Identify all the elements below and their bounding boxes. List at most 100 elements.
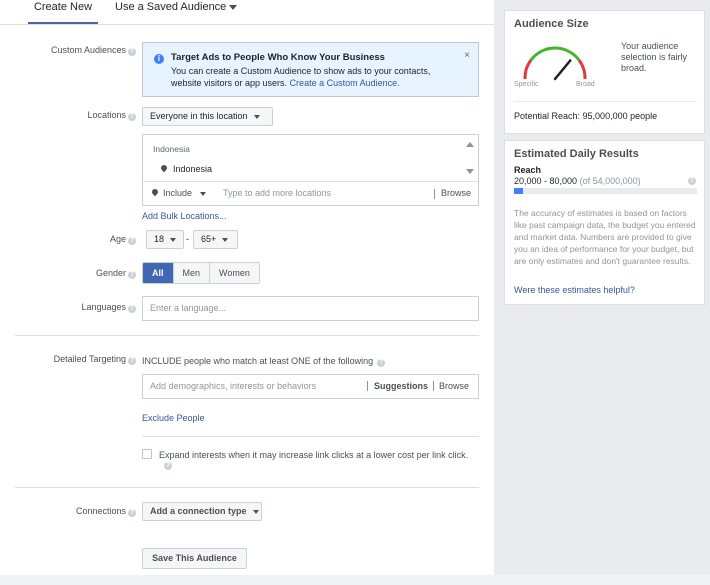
help-icon[interactable]: ? [688, 177, 696, 185]
age-max-value: 65+ [201, 234, 217, 244]
daily-results-card: Estimated Daily Results Reach 20,000 - 8… [504, 140, 705, 305]
age-min-value: 18 [154, 234, 165, 244]
location-type-dropdown[interactable]: Everyone in this location [142, 107, 273, 126]
reach-bar [514, 188, 697, 194]
gauge-segment-defined [529, 46, 581, 61]
divider [434, 189, 435, 199]
help-icon[interactable]: ? [128, 113, 136, 121]
audience-size-description: Your audience selection is fairly broad. [621, 41, 688, 73]
location-input-row: Include Type to add more locations Brows… [143, 181, 478, 205]
gender-label-text: Gender [95, 268, 126, 278]
include-label: Include [163, 188, 193, 198]
connection-type-value: Add a connection type [150, 506, 247, 516]
location-type-value: Everyone in this location [150, 111, 248, 121]
help-icon[interactable]: ? [128, 305, 136, 313]
tab-saved-audience[interactable]: Use a Saved Audience [115, 0, 238, 24]
help-icon[interactable]: ? [164, 462, 172, 470]
location-search-input[interactable]: Type to add more locations [223, 188, 331, 198]
gauge-needle [553, 59, 572, 81]
custom-audiences-label: Custom Audiences? [0, 45, 136, 56]
exclude-people-link[interactable]: Exclude People [142, 413, 205, 423]
help-icon[interactable]: ? [128, 271, 136, 279]
languages-input[interactable]: Enter a language... [142, 296, 479, 321]
chevron-down-icon [200, 191, 207, 196]
gender-selector: All Men Women [142, 262, 260, 284]
locations-label: Locations? [0, 110, 136, 121]
scroll-down-icon[interactable] [466, 169, 474, 174]
reach-range: 20,000 - 80,000 [514, 176, 578, 186]
custom-audiences-label-text: Custom Audiences [50, 45, 126, 55]
card-divider [514, 101, 697, 102]
languages-label: Languages? [0, 302, 136, 313]
locations-label-text: Locations [87, 110, 126, 120]
divider [367, 381, 368, 391]
reach-label: Reach [514, 165, 542, 175]
gender-label: Gender? [0, 268, 136, 279]
add-bulk-locations-link[interactable]: Add Bulk Locations... [142, 211, 227, 221]
section-divider [15, 335, 479, 336]
chevron-down-icon [253, 114, 260, 119]
audience-gauge [523, 46, 587, 81]
help-icon[interactable]: ? [128, 509, 136, 517]
chevron-down-icon [229, 4, 238, 10]
location-selected-label: Indonesia [173, 164, 213, 174]
expand-interests-checkbox[interactable] [142, 449, 152, 459]
suggestions-button[interactable]: Suggestions [374, 381, 428, 391]
connection-type-dropdown[interactable]: Add a connection type [142, 502, 262, 521]
section-divider [15, 487, 479, 488]
age-label: Age? [0, 234, 136, 245]
location-browse-button[interactable]: Browse [441, 188, 471, 198]
gender-option-all[interactable]: All [143, 263, 173, 283]
save-audience-button[interactable]: Save This Audience [142, 548, 247, 569]
age-label-text: Age [109, 234, 126, 244]
age-min-dropdown[interactable]: 18 [146, 230, 184, 249]
divider [433, 381, 434, 391]
create-custom-audience-link[interactable]: Create a Custom Audience. [290, 78, 400, 88]
gauge-specific-label: Specific [514, 81, 539, 88]
gauge-broad-label: Broad [576, 81, 595, 88]
help-icon[interactable]: ? [128, 357, 136, 365]
detailed-targeting-label-text: Detailed Targeting [53, 354, 126, 364]
tab-create-new[interactable]: Create New [28, 0, 98, 24]
reach-bar-fill [514, 188, 524, 194]
gender-option-women[interactable]: Women [209, 263, 259, 283]
help-icon[interactable]: ? [377, 359, 386, 367]
custom-audience-info-box: i Target Ads to People Who Know Your Bus… [142, 42, 479, 97]
chevron-down-icon [170, 237, 177, 242]
audience-editor: Create New Use a Saved Audience Custom A… [0, 0, 494, 575]
include-criteria-text: INCLUDE people who match at least ONE of… [142, 356, 386, 367]
gauge-segment-broad [577, 59, 587, 80]
location-selected-item[interactable]: Indonesia [159, 163, 213, 174]
gauge-segment-specific [523, 59, 533, 80]
gender-option-men[interactable]: Men [172, 263, 210, 283]
audience-size-title: Audience Size [514, 18, 589, 30]
audience-size-card: Audience Size Specific Broad Your audien… [504, 10, 705, 134]
scroll-up-icon[interactable] [466, 142, 474, 147]
reach-total: (of 54,000,000) [579, 176, 641, 186]
location-country-heading: Indonesia [153, 144, 190, 154]
chevron-down-icon [252, 509, 259, 514]
detailed-targeting-input[interactable]: Add demographics, interests or behaviors [142, 374, 479, 399]
info-icon: i [154, 54, 164, 64]
chevron-down-icon [222, 237, 229, 242]
potential-reach: Potential Reach: 95,000,000 people [514, 111, 658, 121]
age-range-dash: - [186, 234, 189, 244]
location-pin-icon [150, 187, 160, 197]
section-divider [142, 436, 479, 437]
include-dropdown[interactable]: Include [150, 187, 207, 198]
detailed-targeting-placeholder: Add demographics, interests or behaviors [150, 381, 317, 391]
estimates-helpful-link[interactable]: Were these estimates helpful? [514, 285, 635, 295]
connections-label-text: Connections [75, 506, 126, 516]
help-icon[interactable]: ? [128, 237, 136, 245]
info-title: Target Ads to People Who Know Your Busin… [171, 52, 385, 63]
close-icon[interactable]: × [464, 50, 470, 61]
reach-value: 20,000 - 80,000 (of 54,000,000) [514, 176, 641, 186]
targeting-browse-button[interactable]: Browse [439, 381, 469, 391]
languages-label-text: Languages [81, 302, 126, 312]
location-box: Indonesia Indonesia Include Type to add … [142, 134, 479, 206]
help-icon[interactable]: ? [128, 48, 136, 56]
location-pin-icon [159, 163, 169, 173]
tab-bar: Create New Use a Saved Audience [0, 0, 494, 25]
age-max-dropdown[interactable]: 65+ [193, 230, 238, 249]
estimates-description: The accuracy of estimates is based on fa… [514, 208, 696, 266]
